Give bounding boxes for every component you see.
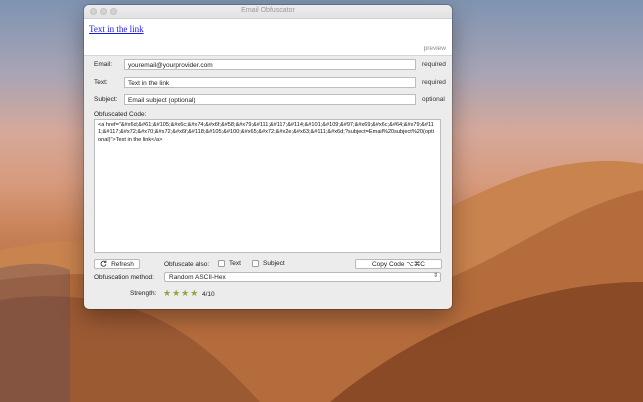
obfuscated-code-textarea[interactable]: <a href="&#x6d;&#61;&#105;&#x6c;&#x74;&#… <box>94 119 441 253</box>
text-required-note: required <box>422 79 446 86</box>
strength-stars: ★ ★ ★ ★ <box>163 288 198 299</box>
subject-field[interactable]: Email subject (optional) <box>124 94 416 105</box>
chevron-updown-icon: ⇕ <box>432 273 438 279</box>
text-checkbox[interactable]: Text <box>218 260 241 267</box>
subject-checkbox[interactable]: Subject <box>252 260 285 267</box>
email-label: Email: <box>94 61 113 68</box>
refresh-icon <box>100 260 107 269</box>
subject-row: Subject: Email subject (optional) option… <box>84 94 452 106</box>
star-icon: ★ <box>181 288 190 298</box>
subject-label: Subject: <box>94 96 118 103</box>
subject-checkbox-box[interactable] <box>252 260 259 267</box>
email-row: Email: youremail@yourprovider.com requir… <box>84 59 452 71</box>
text-field[interactable]: Text in the link <box>124 77 416 88</box>
text-row: Text: Text in the link required <box>84 77 452 89</box>
text-checkbox-box[interactable] <box>218 260 225 267</box>
obfuscate-also-label: Obfuscate also: <box>164 261 210 268</box>
obfuscation-method-value: Random ASCII-Hex <box>169 274 226 281</box>
subject-checkbox-label: Subject <box>263 260 285 267</box>
copy-code-label: Copy Code ⌥⌘C <box>371 261 425 268</box>
email-required-note: required <box>422 61 446 68</box>
star-icon: ★ <box>190 288 199 298</box>
email-field[interactable]: youremail@yourprovider.com <box>124 59 416 70</box>
obfuscated-code-label: Obfuscated Code: <box>94 111 147 118</box>
star-icon: ★ <box>163 288 172 298</box>
strength-label: Strength: <box>130 290 157 297</box>
preview-link[interactable]: Text in the link <box>89 24 144 34</box>
star-icon: ★ <box>172 288 181 298</box>
obfuscation-method-select[interactable]: Random ASCII-Hex ⇕ <box>164 272 441 282</box>
title-bar: Email Obfuscator <box>84 5 452 19</box>
subject-optional-note: optional <box>422 96 445 103</box>
window-title: Email Obfuscator <box>241 7 295 14</box>
copy-code-button[interactable]: Copy Code ⌥⌘C <box>355 259 442 269</box>
app-window: Email Obfuscator Text in the link previe… <box>84 5 452 309</box>
refresh-button[interactable]: Refresh <box>94 259 140 269</box>
strength-value: 4/10 <box>202 291 215 298</box>
obfuscation-method-label: Obfuscation method: <box>94 274 154 281</box>
refresh-label: Refresh <box>111 260 134 268</box>
preview-label: preview <box>423 45 446 52</box>
preview-area: Text in the link preview <box>84 19 452 56</box>
text-label: Text: <box>94 79 108 86</box>
text-checkbox-label: Text <box>229 260 241 267</box>
